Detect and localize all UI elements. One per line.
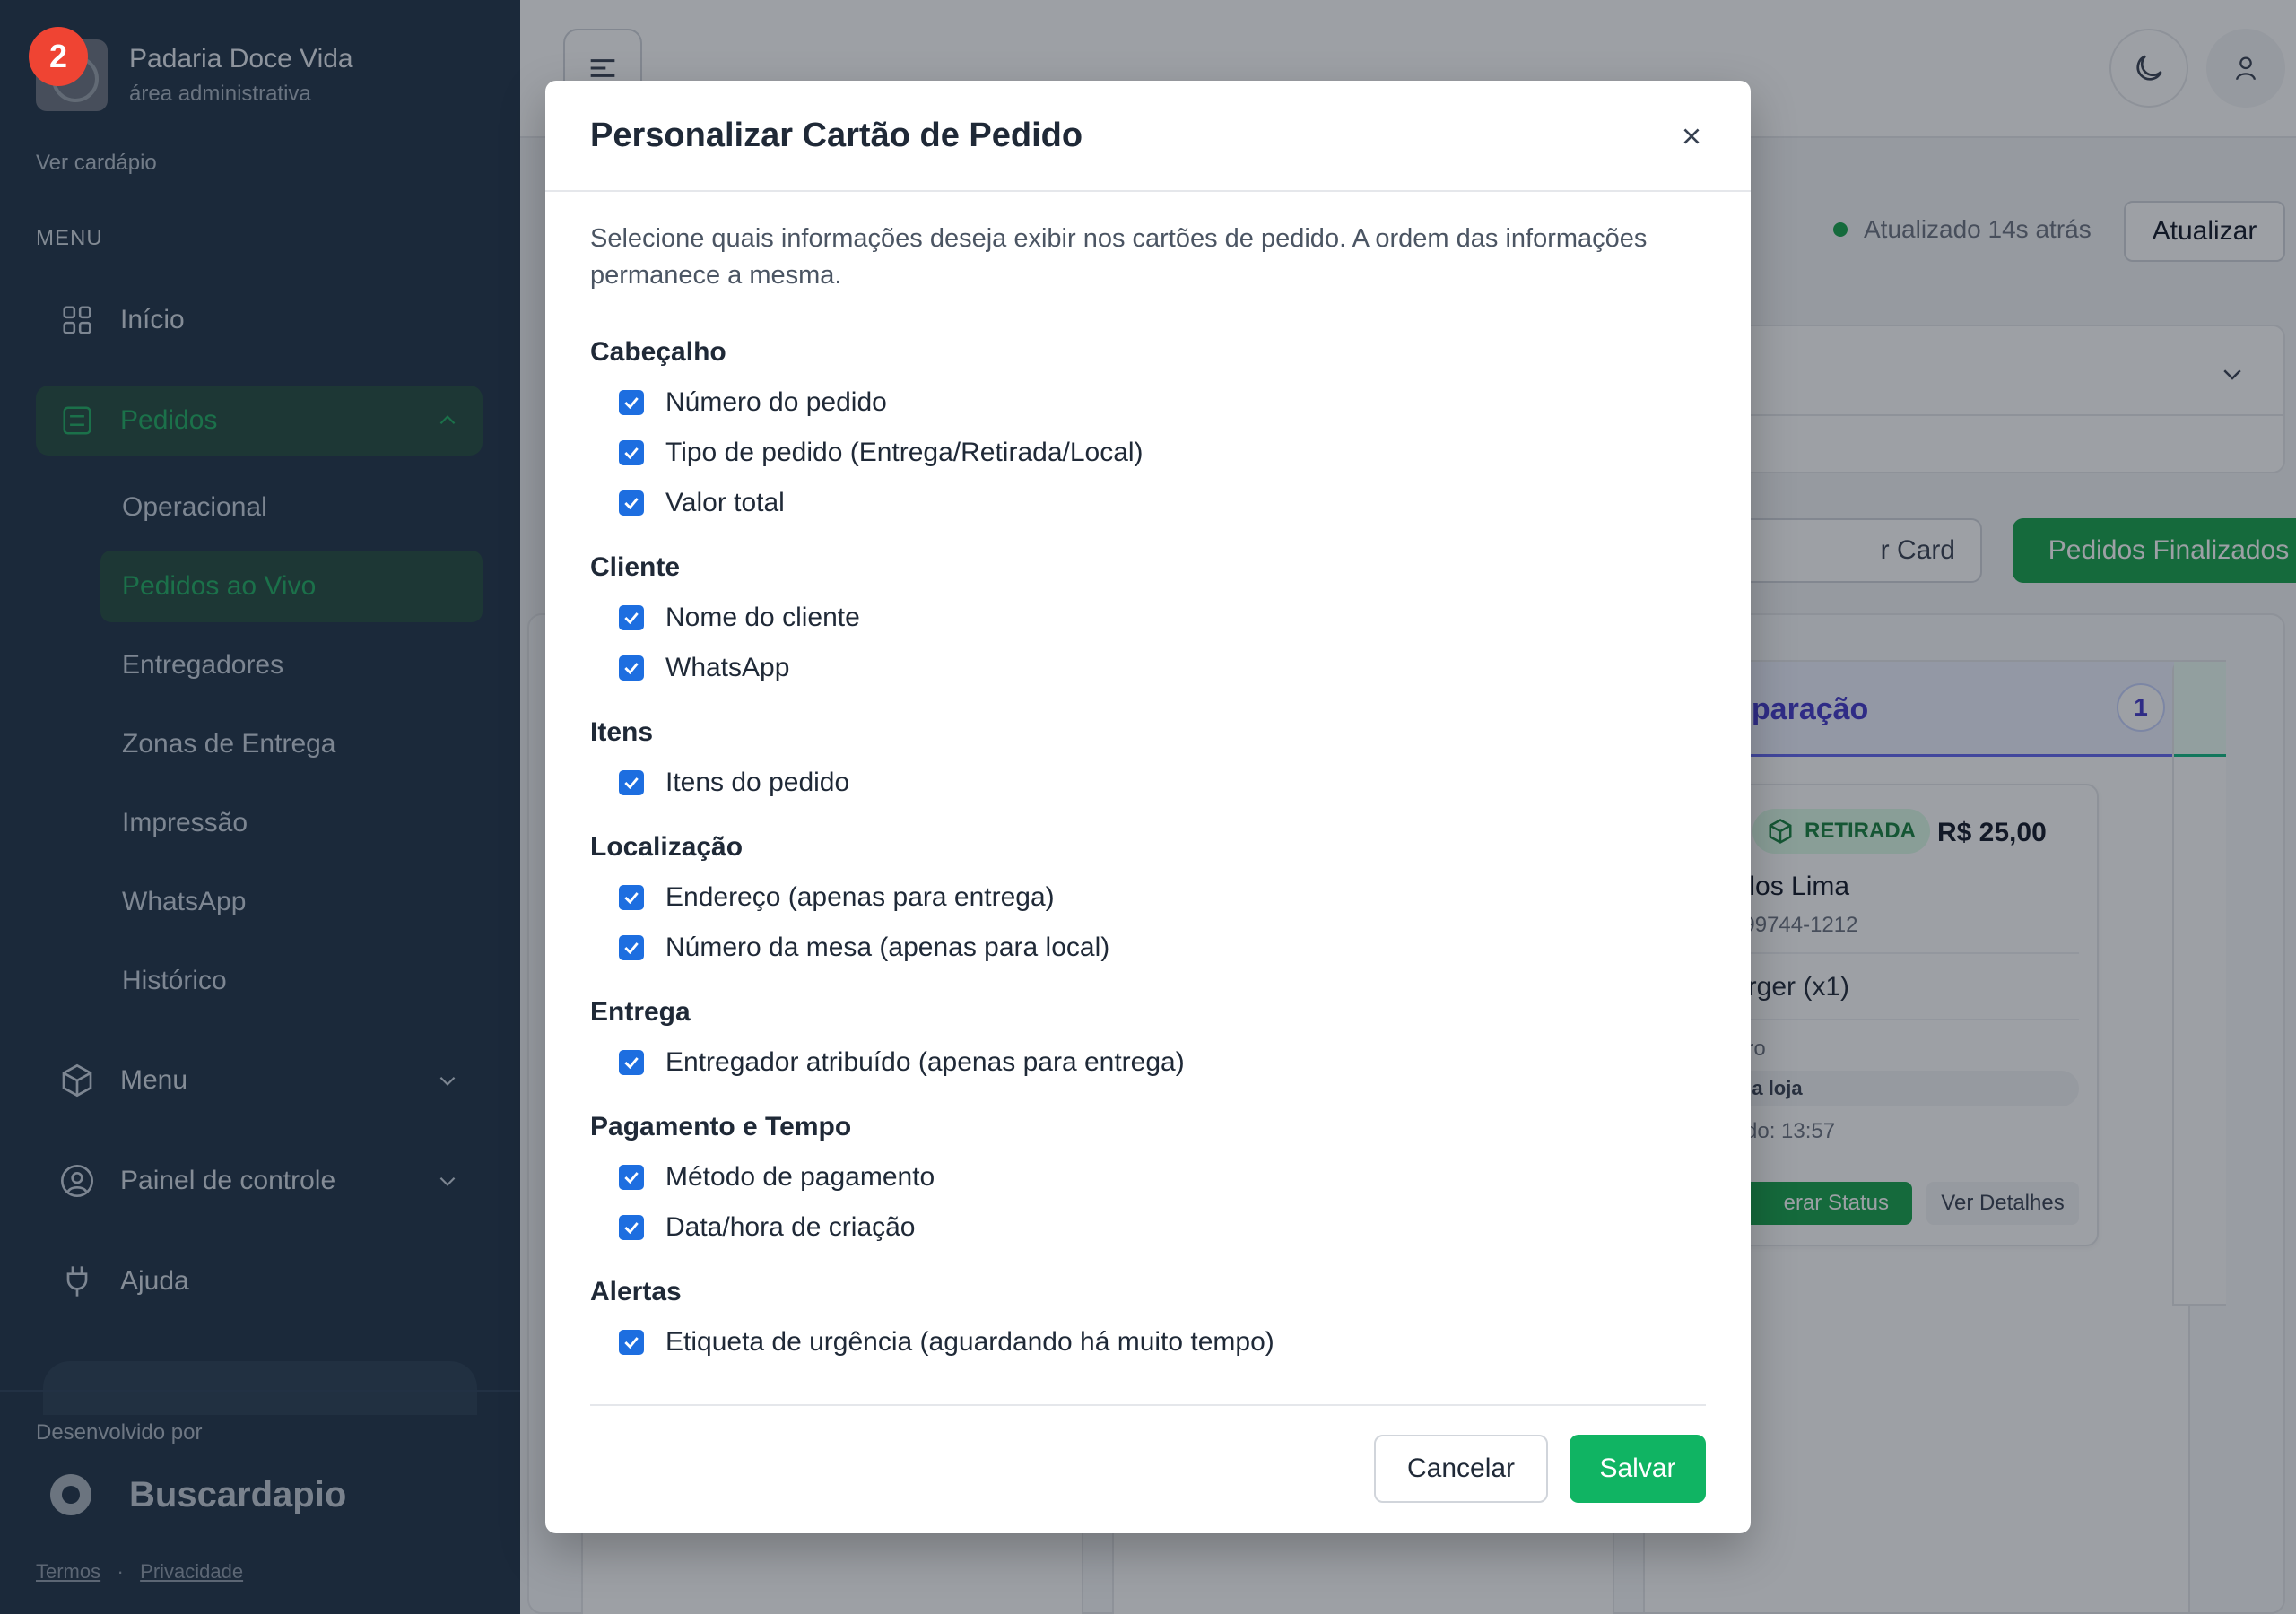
- modal-footer-divider: [590, 1404, 1706, 1406]
- option-label: Data/hora de criação: [665, 1212, 916, 1242]
- option-order-items[interactable]: Itens do pedido: [619, 768, 849, 798]
- checkbox-checked-icon[interactable]: [619, 440, 644, 465]
- modal-header: Personalizar Cartão de Pedido: [545, 81, 1751, 192]
- option-label: WhatsApp: [665, 653, 790, 682]
- checkbox-checked-icon[interactable]: [619, 1050, 644, 1075]
- checkbox-checked-icon[interactable]: [619, 490, 644, 516]
- option-address[interactable]: Endereço (apenas para entrega): [619, 882, 1055, 913]
- checkbox-checked-icon[interactable]: [619, 935, 644, 960]
- option-payment-method[interactable]: Método de pagamento: [619, 1162, 935, 1193]
- notification-badge[interactable]: 2: [29, 27, 88, 86]
- section-localizacao: Localização: [590, 832, 744, 862]
- section-alertas: Alertas: [590, 1277, 682, 1306]
- option-label: Número do pedido: [665, 387, 887, 417]
- option-order-number[interactable]: Número do pedido: [619, 387, 887, 418]
- checkbox-checked-icon[interactable]: [619, 655, 644, 681]
- checkbox-checked-icon[interactable]: [619, 1215, 644, 1240]
- modal-description: Selecione quais informações deseja exibi…: [590, 224, 1648, 290]
- option-total-value[interactable]: Valor total: [619, 488, 785, 518]
- option-whatsapp[interactable]: WhatsApp: [619, 653, 789, 683]
- option-label: Método de pagamento: [665, 1162, 935, 1192]
- option-label: Entregador atribuído (apenas para entreg…: [665, 1047, 1185, 1077]
- section-pagamento: Pagamento e Tempo: [590, 1112, 852, 1141]
- close-button[interactable]: [1675, 120, 1708, 152]
- checkbox-checked-icon[interactable]: [619, 1165, 644, 1190]
- section-cliente: Cliente: [590, 552, 681, 582]
- cancel-button[interactable]: Cancelar: [1374, 1435, 1548, 1503]
- section-entrega: Entrega: [590, 997, 691, 1027]
- option-label: Valor total: [665, 488, 785, 517]
- option-urgency-tag[interactable]: Etiqueta de urgência (aguardando há muit…: [619, 1327, 1274, 1358]
- checkbox-checked-icon[interactable]: [619, 605, 644, 630]
- save-button[interactable]: Salvar: [1570, 1435, 1706, 1503]
- option-table-number[interactable]: Número da mesa (apenas para local): [619, 933, 1109, 963]
- checkbox-checked-icon[interactable]: [619, 1330, 644, 1355]
- checkbox-checked-icon[interactable]: [619, 885, 644, 910]
- checkbox-checked-icon[interactable]: [619, 770, 644, 795]
- option-created-at[interactable]: Data/hora de criação: [619, 1212, 916, 1243]
- modal-title: Personalizar Cartão de Pedido: [590, 117, 1083, 154]
- close-icon: [1683, 128, 1700, 144]
- section-itens: Itens: [590, 717, 654, 747]
- option-label: Endereço (apenas para entrega): [665, 882, 1055, 912]
- option-customer-name[interactable]: Nome do cliente: [619, 603, 860, 633]
- option-label: Etiqueta de urgência (aguardando há muit…: [665, 1327, 1274, 1357]
- option-delivery-person[interactable]: Entregador atribuído (apenas para entreg…: [619, 1047, 1185, 1078]
- customize-card-modal: Personalizar Cartão de Pedido Selecione …: [545, 81, 1751, 1533]
- option-order-type[interactable]: Tipo de pedido (Entrega/Retirada/Local): [619, 438, 1144, 468]
- section-cabecalho: Cabeçalho: [590, 337, 726, 367]
- option-label: Nome do cliente: [665, 603, 860, 632]
- option-label: Itens do pedido: [665, 768, 850, 797]
- option-label: Número da mesa (apenas para local): [665, 933, 1110, 962]
- option-label: Tipo de pedido (Entrega/Retirada/Local): [665, 438, 1144, 467]
- checkbox-checked-icon[interactable]: [619, 390, 644, 415]
